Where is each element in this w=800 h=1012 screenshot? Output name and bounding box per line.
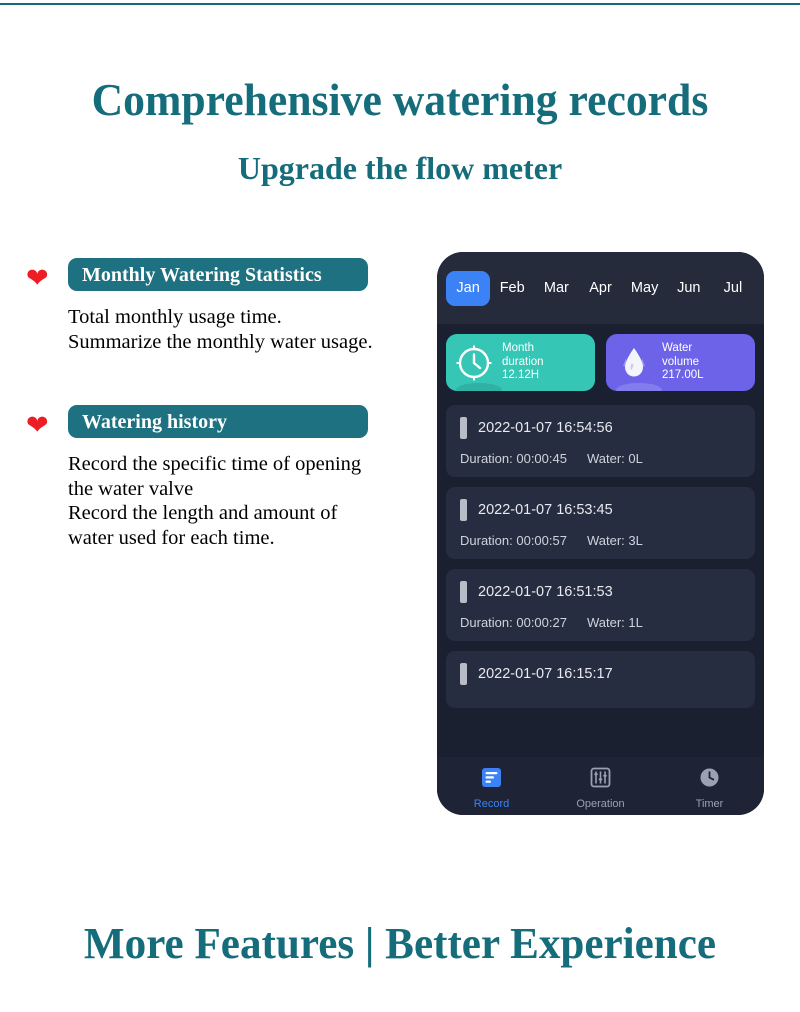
stat-label: volume <box>662 355 700 368</box>
stat-label: Water <box>662 342 693 355</box>
month-tab-may[interactable]: May <box>623 271 667 306</box>
record-duration: Duration: 00:00:45 <box>460 451 567 466</box>
top-divider <box>0 3 800 5</box>
month-tab-apr[interactable]: Apr <box>578 271 622 306</box>
record-marker-icon <box>460 663 467 685</box>
water-drop-icon <box>606 342 662 384</box>
record-header: 2022-01-07 16:54:56 <box>460 417 741 439</box>
record-meta: Duration: 00:00:27 Water: 1L <box>460 615 741 630</box>
month-tab-jul[interactable]: Jul <box>711 271 755 306</box>
record-marker-icon <box>460 417 467 439</box>
record-list-icon <box>481 767 502 793</box>
clock-icon <box>446 343 502 383</box>
record-list[interactable]: 2022-01-07 16:54:56 Duration: 00:00:45 W… <box>446 405 755 718</box>
stat-text-month-duration: Month duration 12.12H <box>502 342 544 383</box>
page-title: Comprehensive watering records <box>91 75 709 125</box>
record-header: 2022-01-07 16:15:17 <box>460 663 741 685</box>
record-marker-icon <box>460 499 467 521</box>
record-timestamp: 2022-01-07 16:15:17 <box>478 665 613 682</box>
nav-item-record[interactable]: Record <box>437 767 546 810</box>
feature-pill-label: Monthly Watering Statistics <box>82 263 322 286</box>
record-timestamp: 2022-01-07 16:54:56 <box>478 419 613 436</box>
record-water: Water: 0L <box>586 451 643 466</box>
footer-tagline: More Features | Better Experience <box>83 919 717 968</box>
record-row[interactable]: 2022-01-07 16:15:17 <box>446 651 755 708</box>
nav-label-record: Record <box>473 797 510 810</box>
nav-item-operation[interactable]: Operation <box>546 767 655 810</box>
stat-label: Month <box>502 342 534 355</box>
record-duration: Duration: 00:00:27 <box>460 615 567 630</box>
record-header: 2022-01-07 16:53:45 <box>460 499 741 521</box>
month-tab-jun[interactable]: Jun <box>667 271 711 306</box>
record-marker-icon <box>460 581 467 603</box>
icon-shadow <box>616 383 662 391</box>
record-row[interactable]: 2022-01-07 16:53:45 Duration: 00:00:57 W… <box>446 487 755 559</box>
stat-label: duration <box>502 355 544 368</box>
month-tab-feb[interactable]: Feb <box>490 271 534 306</box>
record-water: Water: 3L <box>586 533 643 548</box>
bottom-navigation-bar: Record Operation Timer <box>437 757 764 815</box>
feature-pill-label: Watering history <box>82 410 227 433</box>
stat-value: 217.00L <box>662 369 704 382</box>
stat-card-row: Month duration 12.12H Water volume 217.00L <box>446 334 755 391</box>
clock-icon <box>699 767 720 793</box>
month-tab-mar[interactable]: Mar <box>534 271 578 306</box>
feature-block-watering-history: ❤ Watering history Record the specific t… <box>26 405 426 550</box>
feature-block-monthly-statistics: ❤ Monthly Watering Statistics Total mont… <box>26 258 426 354</box>
record-row[interactable]: 2022-01-07 16:54:56 Duration: 00:00:45 W… <box>446 405 755 477</box>
feature-description: Total monthly usage time. Summarize the … <box>68 306 373 353</box>
stat-text-water-volume: Water volume 217.00L <box>662 342 704 383</box>
record-row[interactable]: 2022-01-07 16:51:53 Duration: 00:00:27 W… <box>446 569 755 641</box>
month-tab-jan[interactable]: Jan <box>446 270 491 306</box>
stat-card-water-volume[interactable]: Water volume 217.00L <box>606 334 755 391</box>
nav-item-timer[interactable]: Timer <box>655 767 764 810</box>
nav-label-operation: Operation <box>576 797 625 810</box>
heart-icon: ❤ <box>26 410 49 441</box>
sliders-icon <box>590 767 611 793</box>
feature-pill-monthly-statistics: Monthly Watering Statistics <box>68 258 368 291</box>
heart-icon: ❤ <box>26 263 49 294</box>
nav-label-timer: Timer <box>695 797 724 810</box>
record-header: 2022-01-07 16:51:53 <box>460 581 741 603</box>
feature-list: ❤ Monthly Watering Statistics Total mont… <box>26 258 426 550</box>
feature-pill-watering-history: Watering history <box>68 405 368 438</box>
record-timestamp: 2022-01-07 16:51:53 <box>478 583 613 600</box>
feature-description: Record the specific time of opening the … <box>68 453 362 549</box>
month-tab-bar: Jan Feb Mar Apr May Jun Jul <box>437 252 764 324</box>
stat-card-month-duration[interactable]: Month duration 12.12H <box>446 334 595 391</box>
phone-mockup: Jan Feb Mar Apr May Jun Jul Month durati… <box>437 252 764 815</box>
icon-shadow <box>456 383 502 391</box>
record-meta: Duration: 00:00:45 Water: 0L <box>460 451 741 466</box>
record-timestamp: 2022-01-07 16:53:45 <box>478 501 613 518</box>
page-subtitle: Upgrade the flow meter <box>237 150 563 186</box>
record-duration: Duration: 00:00:57 <box>460 533 567 548</box>
stat-value: 12.12H <box>502 369 540 382</box>
record-water: Water: 1L <box>586 615 643 630</box>
record-meta: Duration: 00:00:57 Water: 3L <box>460 533 741 548</box>
